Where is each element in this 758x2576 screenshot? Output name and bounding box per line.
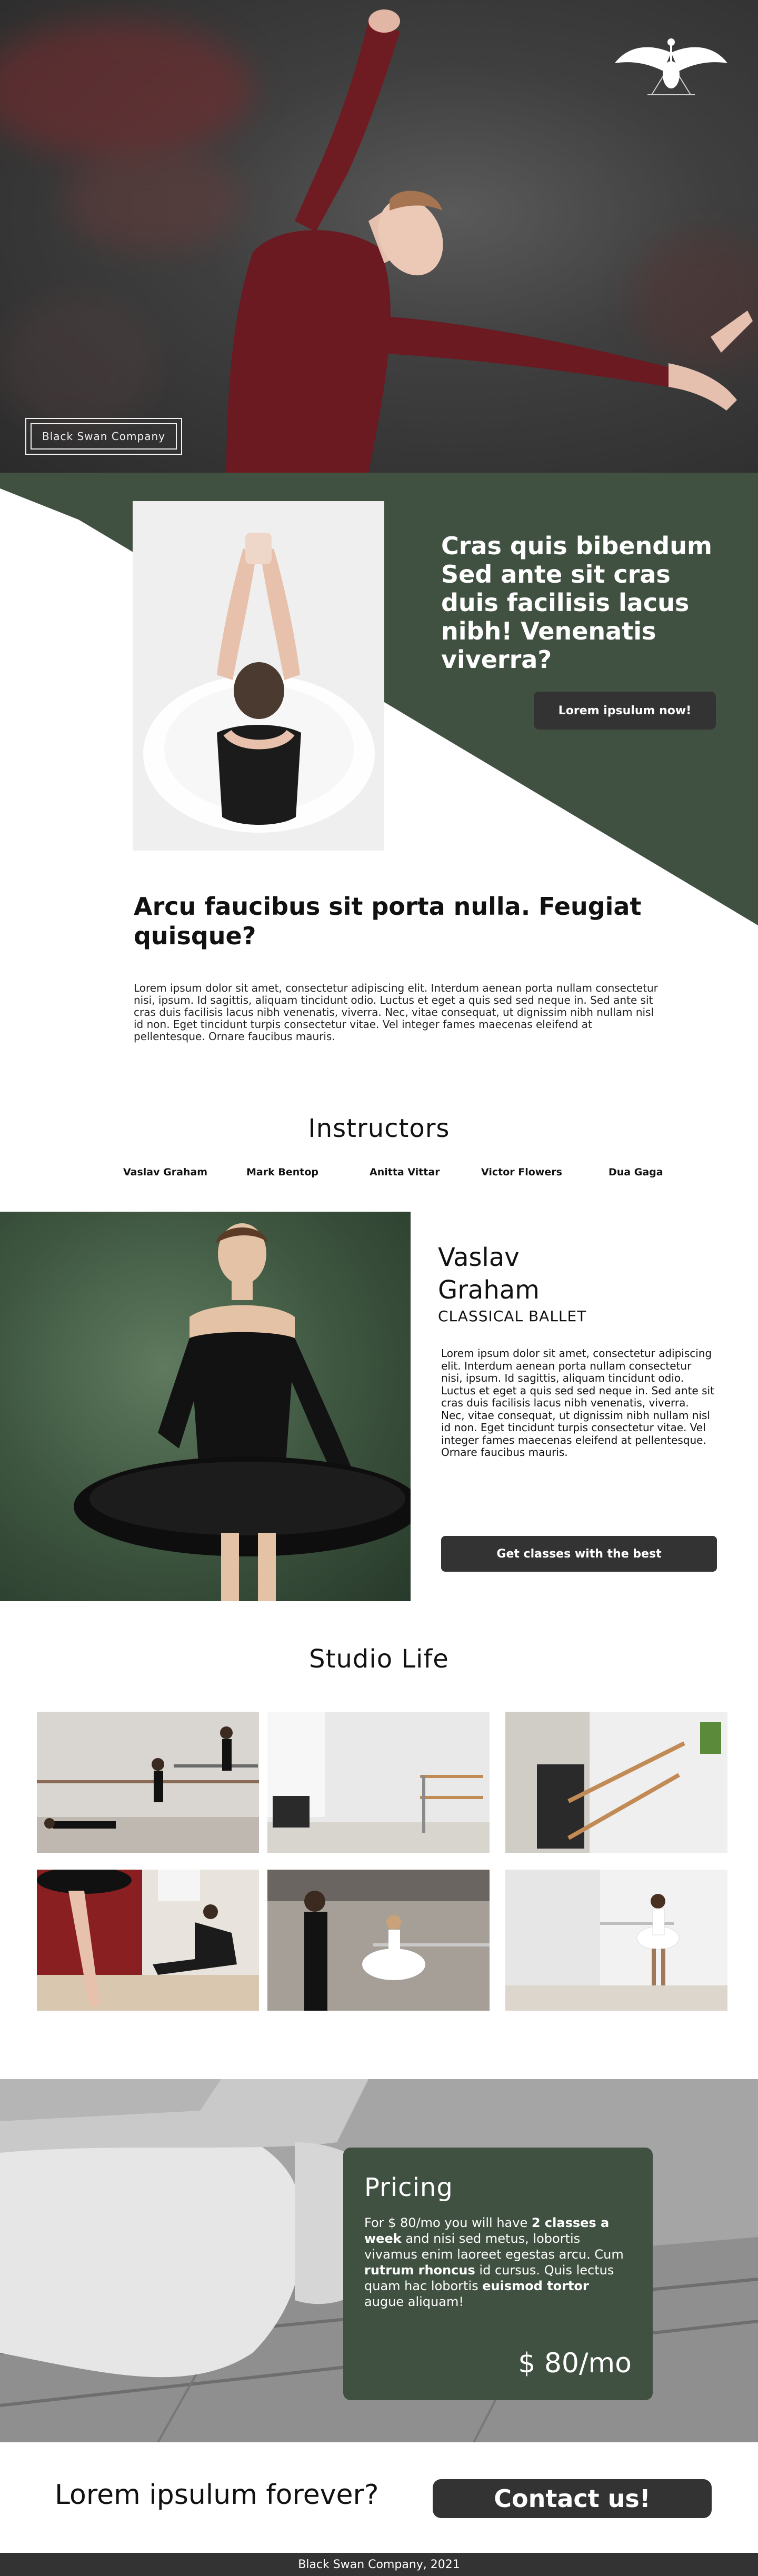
studio-life-title: Studio Life xyxy=(309,1644,449,1674)
contact-us-button[interactable]: Contact us! xyxy=(433,2479,712,2518)
gallery-photo-illustration xyxy=(267,1870,490,2011)
gallery-photo-young-dancer[interactable] xyxy=(505,1870,727,2011)
intro-section: Cras quis bibendum Sed ante sit cras dui… xyxy=(0,473,758,925)
footer: Black Swan Company, 2021 xyxy=(0,2553,758,2576)
gallery-photo-illustration xyxy=(505,1870,727,2011)
intro-headline: Cras quis bibendum Sed ante sit cras dui… xyxy=(441,532,712,674)
tab-victor-flowers[interactable]: Victor Flowers xyxy=(481,1166,562,1178)
pricing-text: and nisi sed metus, lobortis vivamus eni… xyxy=(364,2231,624,2262)
gallery-photo-brick-barre[interactable] xyxy=(505,1712,727,1853)
instructor-tabs: Vaslav Graham Mark Bentop Anitta Vittar … xyxy=(0,1166,758,1187)
gallery-photo-illustration xyxy=(37,1870,259,2011)
gallery-photo-stretching[interactable] xyxy=(37,1870,259,2011)
tab-mark-bentop[interactable]: Mark Bentop xyxy=(246,1166,318,1178)
dancer-top-view-illustration xyxy=(133,501,384,851)
gallery-photo-illustration xyxy=(505,1712,727,1853)
pricing-card: Pricing For $ 80/mo you will have 2 clas… xyxy=(343,2148,653,2400)
pricing-price: $ 80/mo xyxy=(518,2348,632,2379)
pricing-text: augue aliquam! xyxy=(364,2294,464,2309)
brand-badge-label: Black Swan Company xyxy=(31,423,177,450)
swan-logo-icon[interactable] xyxy=(611,32,732,111)
about-body: Lorem ipsum dolor sit amet, consectetur … xyxy=(134,982,658,1043)
gallery-photo-bright-studio[interactable] xyxy=(267,1712,490,1853)
about-heading: Arcu faucibus sit porta nulla. Feugiat q… xyxy=(134,892,642,950)
tab-anitta-vittar[interactable]: Anitta Vittar xyxy=(370,1166,440,1178)
brand-badge[interactable]: Black Swan Company xyxy=(25,418,182,455)
contact-question: Lorem ipsulum forever? xyxy=(55,2479,379,2511)
gallery-photo-illustration xyxy=(37,1712,259,1853)
pricing-title: Pricing xyxy=(364,2173,453,2202)
pricing-text: For $ 80/mo you will have xyxy=(364,2215,532,2230)
gallery-photo-barre-practice[interactable] xyxy=(37,1712,259,1853)
about-section: Arcu faucibus sit porta nulla. Feugiat q… xyxy=(134,892,660,1043)
instructor-style: CLASSICAL BALLET xyxy=(438,1307,587,1325)
pricing-highlight: rutrum rhoncus xyxy=(364,2263,475,2278)
pricing-description: For $ 80/mo you will have 2 classes a we… xyxy=(364,2215,632,2310)
instructor-photo xyxy=(0,1212,411,1601)
gallery-photo-illustration xyxy=(267,1712,490,1853)
tab-dua-gaga[interactable]: Dua Gaga xyxy=(609,1166,663,1178)
instructor-bio: Lorem ipsum dolor sit amet, consectetur … xyxy=(441,1347,714,1459)
lorem-ipsulum-now-button[interactable]: Lorem ipsulum now! xyxy=(534,692,716,730)
instructor-dancer-illustration xyxy=(74,1223,411,1601)
tab-vaslav-graham[interactable]: Vaslav Graham xyxy=(123,1166,207,1178)
footer-text: Black Swan Company, 2021 xyxy=(298,2558,460,2571)
ballet-feet-photo xyxy=(133,501,384,851)
gallery-photo-teacher-child[interactable] xyxy=(267,1870,490,2011)
get-classes-button[interactable]: Get classes with the best xyxy=(441,1536,717,1572)
instructors-title: Instructors xyxy=(308,1114,450,1143)
hero-banner: Black Swan Company xyxy=(0,0,758,473)
pricing-highlight: euismod tortor xyxy=(482,2279,589,2293)
instructor-name: Vaslav Graham xyxy=(438,1243,540,1305)
